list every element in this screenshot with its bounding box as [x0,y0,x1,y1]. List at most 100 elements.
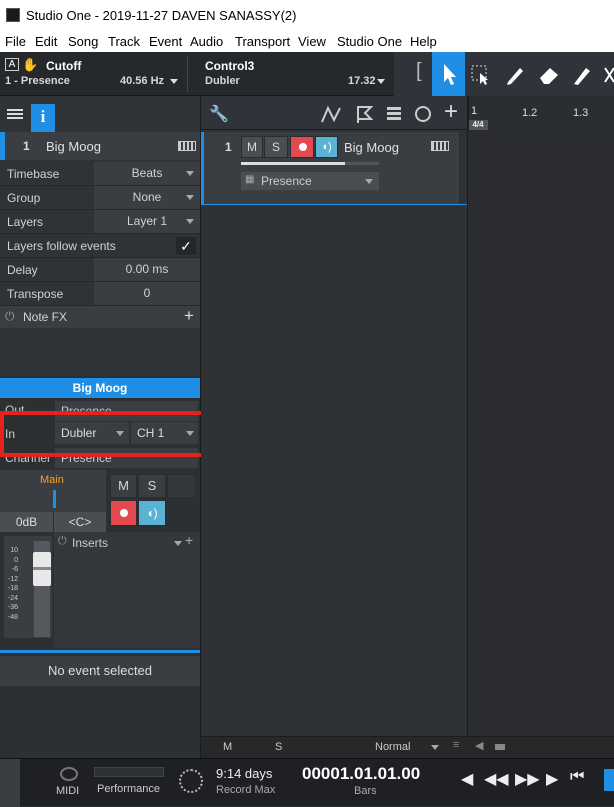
range-tool-button[interactable] [470,64,492,91]
menu-audio[interactable]: Audio [190,34,223,49]
inspector-track-name[interactable]: Big Moog [46,139,101,154]
track-header[interactable]: 1 M S ◖) Big Moog ▦ Presence [201,132,459,204]
pan-value[interactable]: <C> [54,512,106,532]
transpose-field[interactable]: 0 [94,282,200,305]
forward-icon[interactable]: ▶▶ [515,769,540,789]
footer-mode[interactable]: Normal [375,741,410,753]
pan-indicator [53,490,56,508]
volume-value[interactable]: 0dB [0,512,53,532]
paint-tool-button[interactable] [571,64,593,91]
channel-record-button[interactable] [110,500,137,526]
track-solo-button[interactable]: S [264,136,288,158]
main-output[interactable]: Main [0,470,106,512]
arrange-grid[interactable] [468,130,614,736]
menu-edit[interactable]: Edit [35,34,57,49]
record-icon [299,143,307,151]
return-zero-icon[interactable]: ◀ [461,769,473,789]
timeline-ruler[interactable]: 1 1.2 1.3 4/4 [468,96,614,130]
track-monitor-button[interactable]: ◖) [315,136,338,158]
automation-icon[interactable] [321,104,345,124]
note-fx-header[interactable]: ⏻ Note FX + [0,306,200,328]
track-number: 1 [225,140,232,154]
footer-mute[interactable]: M [223,741,232,753]
arrow-tool-button[interactable] [432,52,465,96]
layers-follow-label: Layers follow events [7,239,116,253]
channel-name[interactable]: Big Moog [0,378,200,398]
timebase-select[interactable]: Beats [94,162,200,185]
track-record-button[interactable] [290,136,314,158]
layers-select[interactable]: Layer 1 [94,210,200,233]
info-icon[interactable]: i [31,104,55,132]
marker-icon[interactable] [355,104,375,124]
layers-follow-checkbox[interactable]: ✓ [176,237,196,255]
track-name[interactable]: Big Moog [344,140,399,155]
channel-monitor-button[interactable]: ◖) [138,500,166,526]
list-icon[interactable] [7,109,23,111]
track-volume-bar[interactable] [241,162,379,165]
pencil-tool-button[interactable] [504,64,526,91]
time-signature[interactable]: 4/4 [468,120,488,130]
performance-label: Performance [97,783,160,795]
chevron-down-icon[interactable] [431,745,439,750]
bracket-icon: [ [416,60,422,82]
menu-studio-one[interactable]: Studio One [337,34,402,49]
mute-tool-button[interactable] [603,64,614,91]
track-output-select[interactable]: ▦ Presence [241,172,379,190]
power-icon[interactable]: ⏻ [58,535,67,548]
eraser-tool-button[interactable] [537,64,561,91]
menu-song[interactable]: Song [68,34,98,49]
volume-fader[interactable] [33,552,51,586]
loop-start-icon[interactable]: ⏮ [570,768,584,786]
position-display[interactable]: 00001.01.01.00 [302,764,420,784]
layers-label: Layers [7,215,44,229]
menu-view[interactable]: View [298,34,326,49]
inspector-track-header[interactable]: 1 Big Moog [0,132,200,160]
hand-icon[interactable]: ✋ [22,57,38,73]
list-icon[interactable]: ≡ [453,739,459,751]
control2-value[interactable]: 17.32 [348,75,376,87]
scroll-left-icon[interactable]: ◀ [475,739,483,752]
menu-help[interactable]: Help [410,34,437,49]
chevron-down-icon[interactable] [174,541,182,546]
delay-field[interactable]: 0.00 ms [94,258,200,281]
control-link-icon: A [5,58,19,71]
power-icon[interactable]: ⏻ [5,309,15,324]
footer-solo[interactable]: S [275,741,282,753]
position-unit: Bars [354,785,377,797]
arranger-icon[interactable] [387,106,401,120]
inspector-track-number: 1 [23,139,30,153]
end-icon[interactable]: ▶ [546,769,558,789]
toolbar: A ✋ Cutoff 1 - Presence 40.56 Hz Control… [0,52,614,96]
menu-track[interactable]: Track [108,34,140,49]
add-icon[interactable]: + [184,306,194,326]
scroll-thumb[interactable] [495,744,505,750]
track-separator [201,204,469,205]
add-icon[interactable]: + [185,532,193,548]
meter-tick: -18 [7,585,18,592]
chevron-down-icon [186,219,194,224]
transpose-row: Transpose 0 [0,282,200,306]
group-select[interactable]: None [94,186,200,209]
eraser-tool-icon [540,68,558,84]
delay-row: Delay 0.00 ms [0,258,200,282]
meter-scale: 10 0 -6 -12 -18 -24 -36 -48 [6,546,18,622]
menu-transport[interactable]: Transport [235,34,290,49]
track-mute-button[interactable]: M [241,136,263,158]
channel-mute-button[interactable]: M [110,474,137,498]
menu-event[interactable]: Event [149,34,182,49]
ruler-mark: 1 [471,105,478,117]
chevron-down-icon[interactable] [377,79,385,84]
note-fx-label: Note FX [23,310,68,324]
wrench-icon[interactable]: 🔧 [209,104,229,124]
menu-file[interactable]: File [5,34,26,49]
layers-row: Layers Layer 1 [0,210,200,234]
clock-icon[interactable] [415,106,431,122]
menu-bar: File Edit Song Track Event Audio Transpo… [0,31,614,52]
channel-solo-button[interactable]: S [138,474,166,498]
add-track-icon[interactable]: + [444,98,458,126]
control1-value[interactable]: 40.56 Hz [120,75,164,87]
rewind-icon[interactable]: ◀◀ [484,769,509,789]
record-time: 9:14 days [216,766,273,781]
chevron-down-icon[interactable] [170,79,178,84]
loop-button[interactable] [604,769,614,791]
